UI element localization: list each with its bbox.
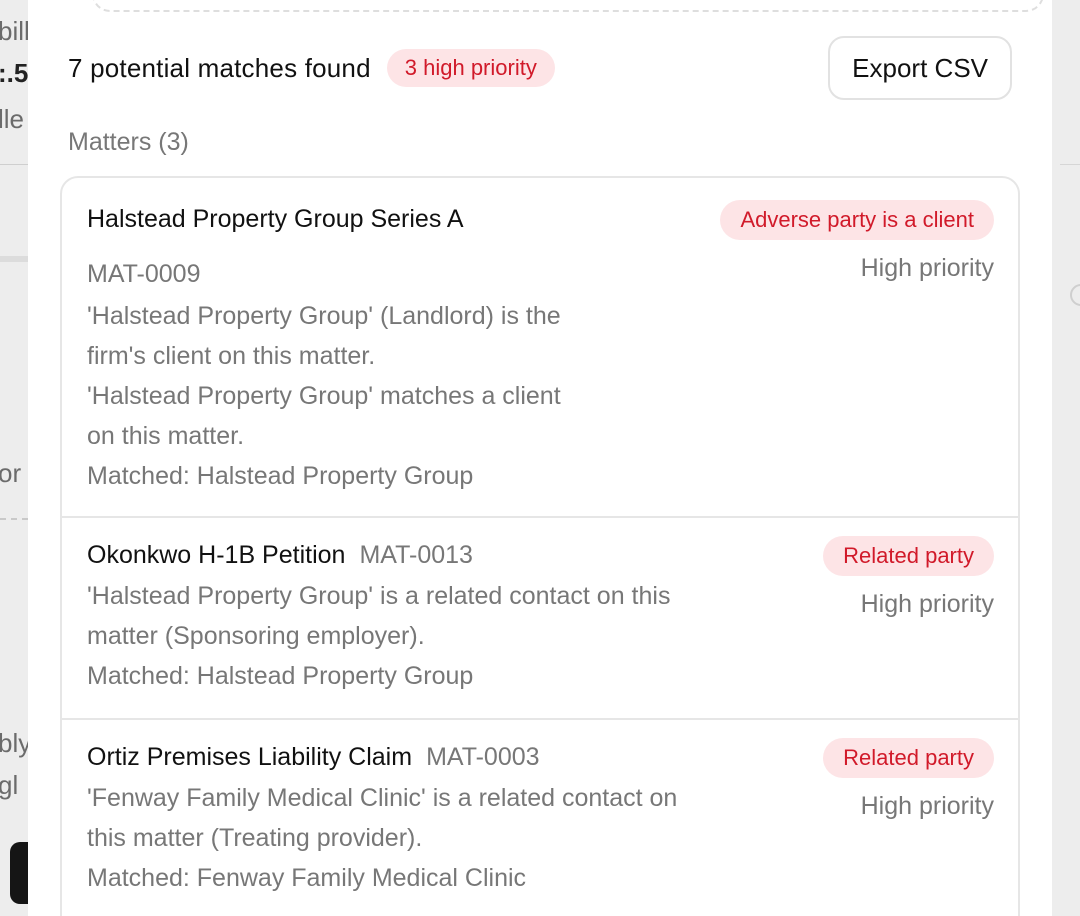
conflict-check-panel: 7 potential matches found 3 high priorit… (28, 0, 1052, 916)
background-divider (1060, 164, 1080, 165)
matched-entity-line: Matched: Fenway Family Medical Clinic (87, 864, 527, 892)
description-line: this matter (Treating provider). (87, 824, 423, 852)
matter-code: MAT-0003 (426, 743, 540, 771)
matters-section-heading: Matters (3) (68, 128, 189, 156)
export-csv-button[interactable]: Export CSV (828, 36, 1012, 100)
description-line: 'Halstead Property Group' (Landlord) is … (87, 302, 561, 330)
results-summary: 7 potential matches found 3 high priorit… (68, 36, 1012, 100)
description-line: on this matter. (87, 422, 245, 450)
background-text-fragment: lle (0, 104, 25, 134)
list-item[interactable]: Halstead Property Group Series A Adverse… (62, 178, 1018, 516)
description-line: firm's client on this matter. (87, 342, 376, 370)
description-line: 'Fenway Family Medical Clinic' is a rela… (87, 784, 678, 812)
priority-label: High priority (860, 792, 994, 820)
matched-entity-line: Matched: Halstead Property Group (87, 462, 474, 490)
match-type-badge: Related party (823, 536, 994, 576)
matter-title-line: Okonkwo H-1B Petition MAT-0013 (87, 541, 473, 570)
page: bill :.5 lle or bly gl 7 potential match… (0, 0, 1080, 916)
background-text-fragment: gl (0, 770, 19, 800)
background-divider (0, 256, 28, 262)
matter-description: 'Halstead Property Group' (Landlord) is … (87, 296, 561, 496)
matter-title-line: Ortiz Premises Liability Claim MAT-0003 (87, 743, 540, 772)
list-item[interactable]: Ortiz Premises Liability Claim MAT-0003 R… (62, 718, 1018, 916)
dropzone-edge (92, 0, 1044, 12)
matter-code: MAT-0009 (87, 260, 201, 288)
match-type-badge: Adverse party is a client (720, 200, 994, 240)
background-text-fragment: bill (0, 16, 28, 46)
match-type-badge: Related party (823, 738, 994, 778)
priority-label: High priority (860, 590, 994, 618)
matches-count-text: 7 potential matches found (68, 52, 371, 83)
priority-label: High priority (860, 254, 994, 282)
background-right-strip (1052, 0, 1080, 916)
matter-title: Ortiz Premises Liability Claim (87, 743, 413, 771)
high-priority-badge: 3 high priority (386, 49, 555, 87)
background-circle-icon (1070, 284, 1080, 306)
matter-code: MAT-0013 (359, 541, 473, 569)
matter-title: Halstead Property Group Series A (87, 205, 464, 233)
matter-title: Okonkwo H-1B Petition (87, 541, 346, 569)
background-text-fragment: :.5 (0, 58, 28, 88)
matter-description: 'Fenway Family Medical Clinic' is a rela… (87, 778, 677, 898)
list-item[interactable]: Okonkwo H-1B Petition MAT-0013 Related pa… (62, 516, 1018, 718)
matched-entity-line: Matched: Halstead Property Group (87, 662, 474, 690)
background-text-fragment: or (0, 458, 22, 488)
matters-list: Halstead Property Group Series A Adverse… (60, 176, 1020, 916)
background-divider (0, 164, 28, 165)
background-divider (0, 518, 28, 520)
background-text-fragment: bly (0, 728, 28, 758)
description-line: 'Halstead Property Group' is a related c… (87, 582, 671, 610)
matter-description: 'Halstead Property Group' is a related c… (87, 576, 670, 696)
description-line: 'Halstead Property Group' matches a clie… (87, 382, 561, 410)
description-line: matter (Sponsoring employer). (87, 622, 425, 650)
background-left-strip: bill :.5 lle or bly gl (0, 0, 28, 916)
